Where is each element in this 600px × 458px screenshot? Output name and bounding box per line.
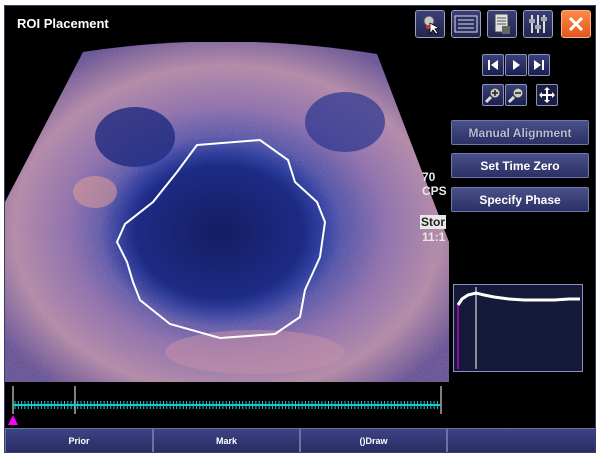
specify-phase-button[interactable]: Specify Phase [451,187,589,212]
skip-back-icon [488,60,498,70]
settings-tools-icon [529,15,547,33]
manual-alignment-button[interactable]: Manual Alignment [451,120,589,145]
set-time-zero-button[interactable]: Set Time Zero [451,153,589,178]
skip-forward-icon [534,60,544,70]
zoom-out-button[interactable] [505,84,527,106]
ultrasound-image [5,42,449,382]
display-settings-button[interactable] [451,10,481,38]
zoom-out-icon [507,87,524,104]
skip-back-button[interactable] [482,54,504,76]
pan-move-icon [539,87,555,103]
zoom-in-button[interactable] [482,84,504,106]
window-title: ROI Placement [17,16,109,31]
overlay-value: 70 [422,170,436,184]
pan-button[interactable] [536,84,558,106]
prior-button[interactable]: Prior [5,428,153,452]
bottom-toolbar: Prior Mark ()Draw [5,428,595,452]
timeline-track [8,386,442,425]
play-button[interactable] [505,54,527,76]
roi-placement-window: ROI Placement 70 CPS Stor 11:1 Manual Al… [4,5,596,453]
roi-tool-button[interactable] [415,10,445,38]
time-intensity-curve-panel[interactable] [453,284,583,372]
title-bar: ROI Placement [5,6,595,42]
ultrasound-image-viewport[interactable]: 70 CPS Stor 11:1 [5,42,449,382]
empty-button[interactable] [447,428,595,452]
overlay-time: 11:1 [422,230,446,244]
report-button[interactable] [487,10,517,38]
zoom-in-icon [484,87,501,104]
draw-button[interactable]: ()Draw [300,428,447,452]
play-icon [513,60,520,70]
overlay-unit: CPS [422,184,447,198]
tools-settings-button[interactable] [523,10,553,38]
monitor-display-icon [454,15,478,33]
time-intensity-curve [456,287,580,369]
mark-button[interactable]: Mark [153,428,300,452]
overlay-store-label: Stor [420,215,446,229]
report-document-icon [494,13,510,34]
roi-tool-icon [423,15,441,35]
frame-timeline[interactable] [5,382,449,426]
timeline-start-marker [8,415,18,425]
close-icon [568,16,584,32]
close-button[interactable] [561,10,591,38]
skip-forward-button[interactable] [528,54,550,76]
